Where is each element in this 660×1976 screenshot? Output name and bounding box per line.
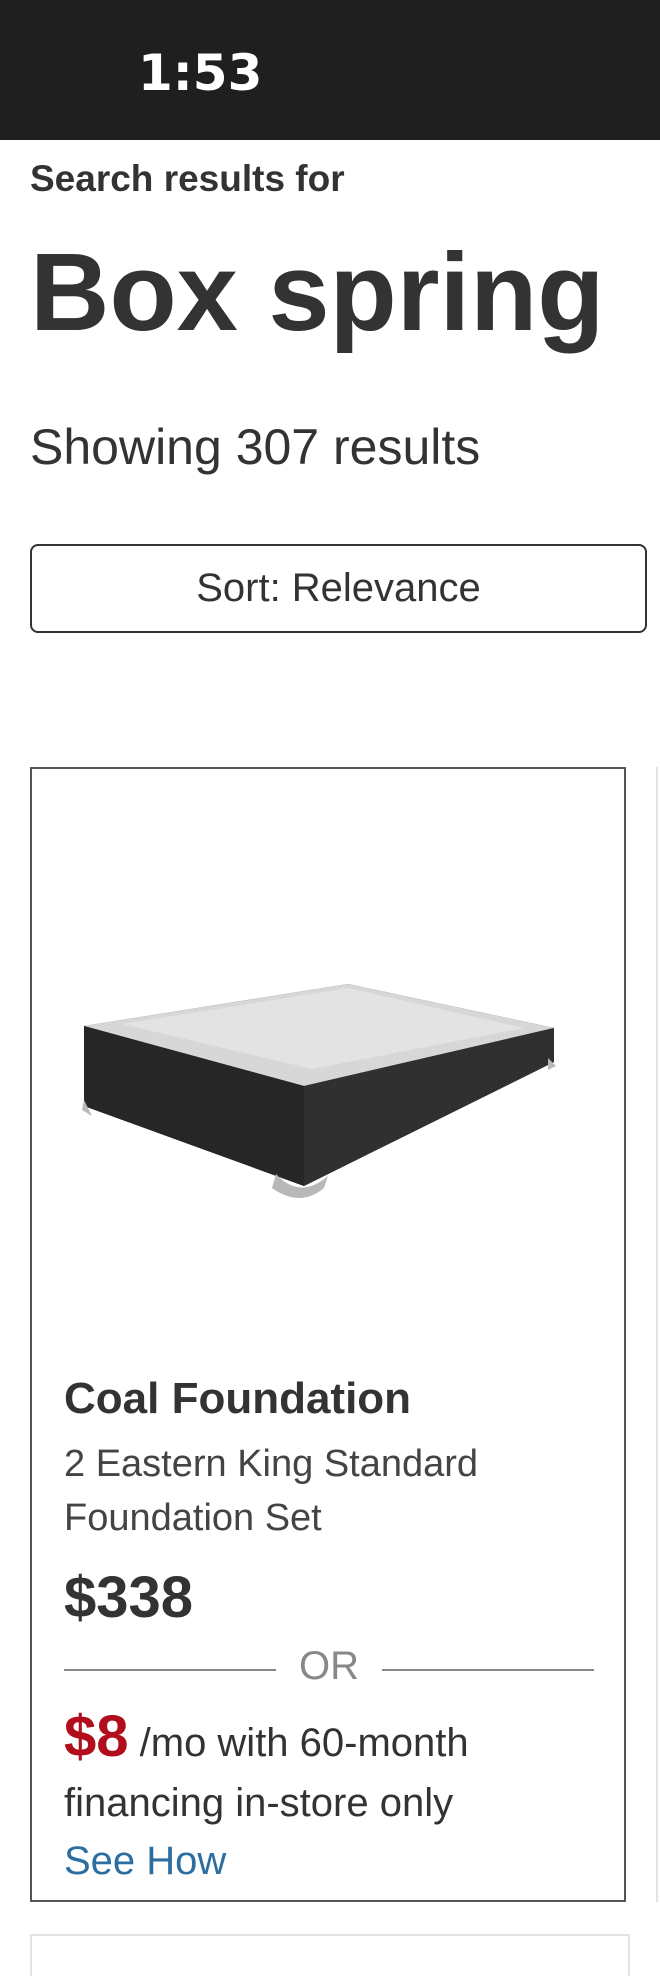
product-description: 2 Eastern King Standard Foundation Set (64, 1443, 479, 1539)
result-count: Showing 307 results (30, 419, 481, 475)
monthly-price: $8 (64, 1704, 129, 1769)
see-how-link[interactable]: See How (64, 1839, 226, 1884)
product-card[interactable]: Coal Foundation 2 Eastern King Standard … (30, 767, 626, 1902)
status-bar: 1:53 (0, 0, 660, 140)
search-results-label: Search results for (30, 158, 345, 199)
product-image[interactable] (62, 804, 596, 1324)
sort-label: Sort: Relevance (196, 566, 481, 610)
box-spring-foundation-icon (82, 984, 556, 1198)
product-price: $338 (64, 1565, 194, 1630)
or-divider: OR (64, 1644, 594, 1694)
next-row-card-peek[interactable] (30, 1934, 630, 1976)
next-product-card-peek[interactable] (656, 767, 660, 1902)
search-query-title: Box spring (30, 231, 605, 354)
or-text: OR (299, 1644, 359, 1688)
status-time: 1:53 (138, 44, 263, 102)
product-name[interactable]: Coal Foundation (64, 1374, 411, 1424)
divider-line-right (382, 1669, 594, 1671)
sort-button[interactable]: Sort: Relevance (30, 544, 647, 633)
financing-info: $8 /mo with 60-month financing in-store … (64, 1707, 604, 1833)
